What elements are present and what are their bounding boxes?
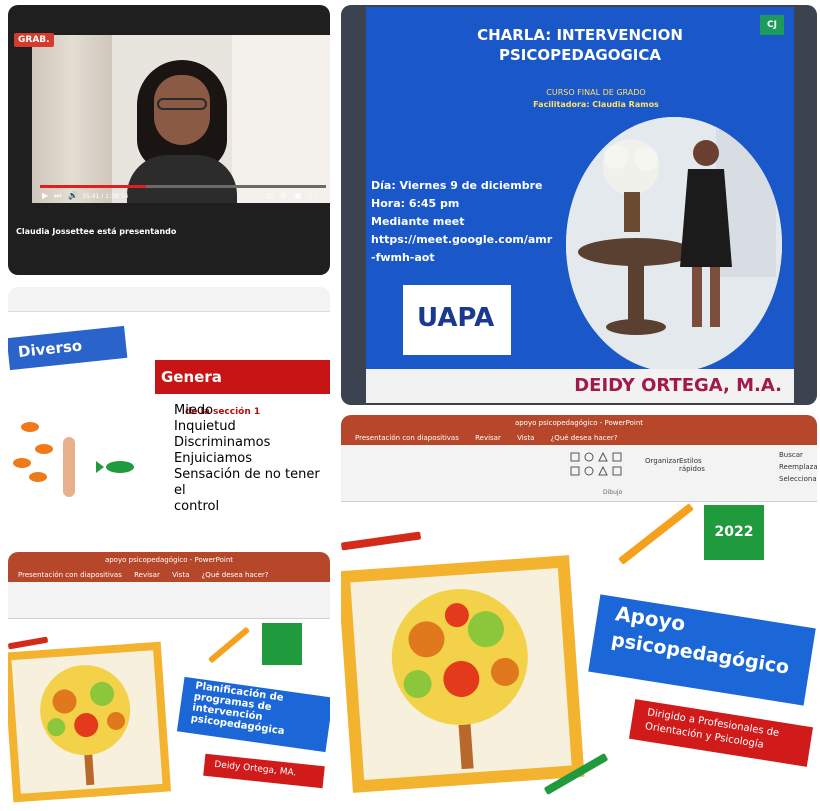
captions-icon[interactable]: ▭ [266,191,274,200]
slide-title: psicopedagógico [609,628,791,679]
select-button[interactable]: Seleccionar [779,475,817,483]
flyer-author: DEIDY ORTEGA, M.A. [574,375,782,396]
author-label: Deidy Ortega, MA. [213,759,297,779]
subtitle-banner: Dirigido a Profesionales de Orientación … [628,699,814,767]
facilitator-label: Facilitadora: Claudia Ramos [533,100,659,109]
list-item: Enjuiciamos [174,451,253,466]
next-icon[interactable]: ⏭ [54,191,61,201]
title-banner: Planificación de programas de intervenci… [176,676,330,753]
uapa-logo: UAPA [403,285,511,355]
ppt-window-title: apoyo psicopedagógico - PowerPoint [8,552,330,568]
tree-illustration [40,665,131,786]
video-progress-bar[interactable] [40,185,326,188]
find-button[interactable]: Buscar [779,451,803,459]
fish-illustration [13,422,134,497]
background-curtain [32,35,112,203]
time-display: 35:41 / 1:38:54 [82,193,129,200]
genera-label: Genera [161,368,222,386]
quick-styles-button[interactable]: Estilos rápidos [679,457,709,473]
photo-illustration [566,117,782,372]
event-day: Día: Viernes 9 de diciembre [371,179,543,192]
tab-presentation[interactable]: Presentación con diapositivas [355,434,459,442]
play-icon[interactable]: ▶ [42,191,48,200]
event-link[interactable]: https://meet.google.com/amr [371,231,552,249]
red-pencil [341,531,422,551]
year-tag: 2022 [704,505,764,560]
ppt-ribbon [8,582,330,619]
video-call-tile: GRAB. ▶ ⏭ 🔊 35:41 / 1:38:54 ▭ ⚙ ▣ ⛶ Clau… [8,5,330,275]
ppt-ribbon: Organizar Estilos rápidos Buscar Reempla… [341,445,817,502]
list-item: Miedo [174,403,214,418]
flyer: CHARLA: INTERVENCION PSICOPEDAGOGICA CUR… [366,7,794,403]
presenter-video [127,60,237,203]
flyer-title-line: CHARLA: INTERVENCION [477,26,683,44]
recording-badge: GRAB. [14,33,54,47]
flyer-title: CHARLA: INTERVENCION PSICOPEDAGOGICA [366,25,794,65]
ribbon-group-label: Dibujo [603,489,623,496]
presenter-caption: Claudia Jossettee está presentando [16,227,177,236]
red-pencil [8,636,49,650]
flyer-tile: CHARLA: INTERVENCION PSICOPEDAGOGICA CUR… [341,5,817,405]
list-item: Discriminamos [174,435,271,450]
organize-button[interactable]: Organizar [645,457,679,465]
tree-illustration [391,589,528,770]
event-info: Día: Viernes 9 de diciembre Hora: 6:45 p… [371,177,552,267]
ppt-big-tile: apoyo psicopedagógico - PowerPoint Prese… [341,415,817,808]
flyer-subtitle: CURSO FINAL DE GRADO Facilitadora: Claud… [506,87,686,111]
tree-card [341,555,585,793]
tree-card [8,641,172,803]
video-frame[interactable] [32,35,330,203]
ppt-window-title: apoyo psicopedagógico - PowerPoint [341,415,817,431]
ppt-ribbon [8,287,330,312]
tab-view[interactable]: Vista [172,571,189,579]
ppt-tabs: Presentación con diapositivas Revisar Vi… [341,431,817,445]
list-item: Sensación de no tener el [174,467,320,498]
event-time: Hora: 6:45 pm [371,197,460,210]
title-banner: Apoyo psicopedagógico [588,594,816,706]
tab-search[interactable]: ¿Qué desea hacer? [202,571,269,579]
volume-icon[interactable]: 🔊 [68,191,78,200]
list-item: Inquietud [174,419,236,434]
facilitator-photo [566,117,782,372]
ppt-small-tile: apoyo psicopedagógico - PowerPoint Prese… [8,552,330,808]
miniplayer-icon[interactable]: ▣ [294,191,302,200]
author-banner: Deidy Ortega, MA. [203,753,325,789]
list-item: control [174,499,220,514]
fullscreen-icon[interactable]: ⛶ [310,191,316,201]
settings-gear-icon[interactable]: ⚙ [280,191,287,200]
green-tag [262,623,302,665]
diverso-banner: Diverso [8,325,128,371]
ppt-tabs: Presentación con diapositivas Revisar Vi… [8,568,330,582]
tab-presentation[interactable]: Presentación con diapositivas [18,571,122,579]
event-via: Mediante meet [371,215,465,228]
slide-genera-tile: Diverso Genera de la sección 1 Miedo Inq… [8,287,330,542]
replace-button[interactable]: Reemplazar [779,463,817,471]
tab-review[interactable]: Revisar [134,571,160,579]
orange-pencil [207,626,251,664]
participant-avatar: CJ [760,15,784,35]
slide-title: Planificación de programas de intervenci… [190,680,290,737]
diverso-label: Diverso [17,336,83,362]
flyer-footer: DEIDY ORTEGA, M.A. [366,369,794,403]
genera-list: Miedo Inquietud Discriminamos Enjuiciamo… [174,403,330,515]
shapes-gallery-icon[interactable] [569,451,641,481]
event-link[interactable]: -fwmh-aot [371,249,552,267]
video-controls: ▶ ⏭ 🔊 35:41 / 1:38:54 ▭ ⚙ ▣ ⛶ [40,191,326,203]
flyer-title-line: PSICOPEDAGOGICA [498,46,661,64]
course-label: CURSO FINAL DE GRADO [546,88,646,97]
tab-view[interactable]: Vista [517,434,534,442]
genera-banner: Genera [155,360,330,394]
background-wall [232,35,330,203]
tab-review[interactable]: Revisar [475,434,501,442]
orange-pencil [618,503,694,565]
tab-search[interactable]: ¿Qué desea hacer? [551,434,618,442]
logo-text: UAPA [417,303,495,333]
